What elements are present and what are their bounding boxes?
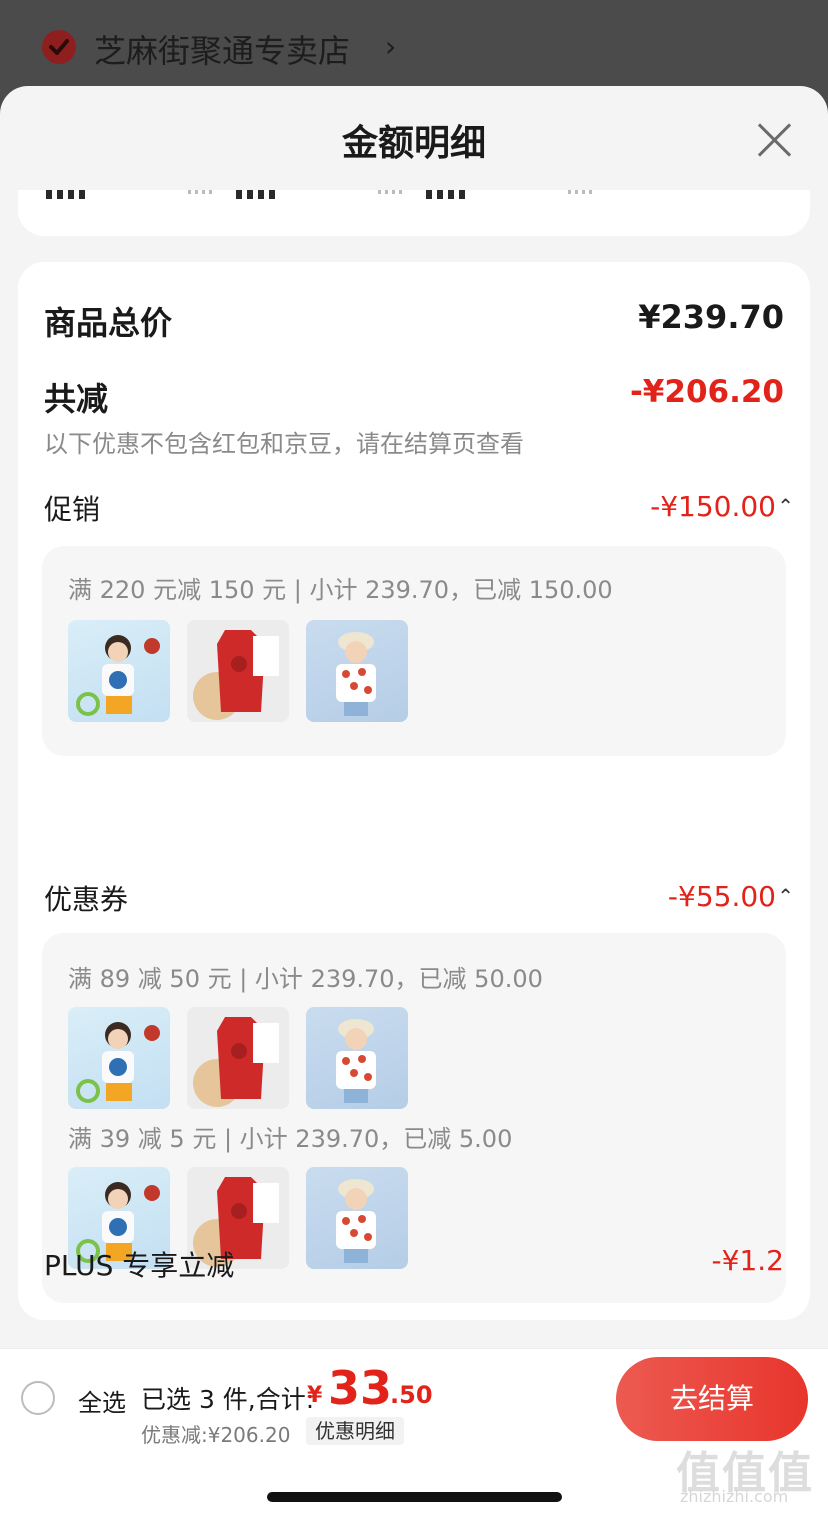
coupon-rule: 满 39 减 5 元 | 小计 239.70，已减 5.00 [68,1125,513,1153]
discount-amount-text: 优惠减:¥206.20 [141,1423,291,1447]
plus-discount-label: PLUS 专享立减 [44,1249,235,1282]
amount-detail-sheet: 金额明细 商品总价 ¥239.70 共减 -¥206.20 以下优惠不包含红包和… [0,86,828,1520]
total-price-integer: 33 [328,1361,393,1415]
chevron-up-icon[interactable]: ⌃ [777,884,794,908]
reduce-note: 以下优惠不包含红包和京豆，请在结算页查看 [44,430,524,458]
product-thumbnail[interactable] [187,620,289,722]
total-reduce-value: -¥206.20 [629,374,784,410]
watermark-url: zhizhizhi.com [680,1487,789,1506]
total-price-decimal: .50 [390,1381,433,1409]
plus-discount-value: -¥1.2 [711,1244,784,1277]
home-indicator[interactable] [267,1492,562,1502]
price-breakdown-card: 商品总价 ¥239.70 共减 -¥206.20 以下优惠不包含红包和京豆，请在… [18,262,810,1320]
promotion-rule: 满 220 元减 150 元 | 小计 239.70，已减 150.00 [68,576,613,604]
promotion-value[interactable]: -¥150.00 [650,490,776,523]
select-all-label[interactable]: 全选 [78,1383,126,1418]
product-strip-card [18,190,810,236]
product-thumbnail[interactable] [306,620,408,722]
store-header: 芝麻街聚通专卖店 › [0,0,828,100]
total-reduce-label: 共减 [44,380,109,418]
product-thumbnail[interactable] [68,620,170,722]
product-thumbnail[interactable] [187,1007,289,1109]
product-thumbnail[interactable] [306,1167,408,1269]
selected-count-text: 已选 3 件,合计: [141,1385,315,1414]
sheet-title: 金额明细 [341,123,486,164]
coupon-value[interactable]: -¥55.00 [668,880,776,913]
total-price-label: 商品总价 [44,304,173,342]
checkout-bar: 全选 已选 3 件,合计: ¥ 33 .50 优惠减:¥206.20 优惠明细 … [0,1348,828,1520]
discount-detail-button[interactable]: 优惠明细 [306,1417,404,1445]
select-all-checkbox[interactable] [21,1381,55,1415]
store-check-icon[interactable] [42,30,76,64]
close-icon[interactable] [756,120,794,158]
product-thumbnail[interactable] [306,1007,408,1109]
store-name[interactable]: 芝麻街聚通专卖店 [94,26,350,72]
chevron-right-icon[interactable]: › [385,30,396,63]
checkout-button[interactable]: 去结算 [616,1357,808,1441]
total-price-value: ¥239.70 [638,298,784,336]
coupon-label[interactable]: 优惠券 [44,878,128,918]
promotion-label[interactable]: 促销 [44,488,100,528]
product-thumbnail[interactable] [68,1007,170,1109]
promotion-detail-box: 满 220 元减 150 元 | 小计 239.70，已减 150.00 [42,546,786,756]
chevron-up-icon[interactable]: ⌃ [777,494,794,518]
total-currency: ¥ [307,1383,323,1408]
coupon-rule: 满 89 减 50 元 | 小计 239.70，已减 50.00 [68,965,543,993]
watermark: 值值值 zhizhizhi.com [676,1437,824,1517]
